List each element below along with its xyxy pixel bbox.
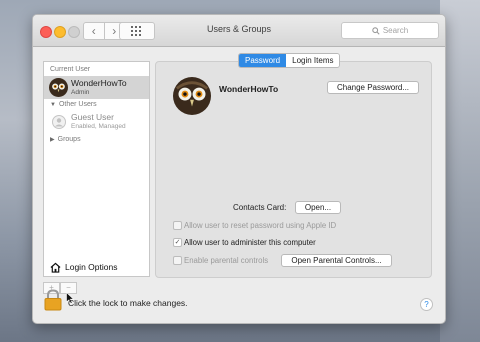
groups-disclosure[interactable]: ▶ Groups [50, 136, 81, 143]
search-field[interactable]: Search [341, 22, 439, 39]
disclosure-right-icon: ▶ [50, 137, 55, 143]
reset-password-label: Allow user to reset password using Apple… [184, 221, 337, 230]
parental-controls-checkbox[interactable] [173, 256, 182, 265]
house-icon [50, 262, 61, 273]
user-item-guest[interactable]: Guest User Enabled, Managed [44, 112, 149, 134]
search-placeholder: Search [382, 26, 409, 35]
detail-tabs: Password Login Items [238, 53, 341, 68]
profile-name: WonderHowTo [219, 84, 279, 94]
help-button[interactable]: ? [420, 298, 433, 311]
user-name: WonderHowTo [71, 78, 127, 88]
reset-password-checkbox[interactable] [173, 221, 182, 230]
desktop-background [440, 0, 480, 342]
title-bar: ‹ › Users & Groups Search [33, 15, 445, 47]
administer-label: Allow user to administer this computer [184, 238, 316, 247]
login-options-label: Login Options [65, 262, 118, 272]
search-icon [372, 26, 380, 35]
lock-icon[interactable] [44, 289, 62, 311]
other-users-header: Other Users [58, 101, 97, 108]
profile-picture-owl-icon[interactable] [173, 77, 211, 115]
disclosure-down-icon: ▼ [50, 101, 56, 108]
administer-checkbox[interactable]: ✓ [173, 238, 182, 247]
open-parental-controls-button[interactable]: Open Parental Controls... [281, 254, 392, 267]
parental-controls-label: Enable parental controls [184, 256, 269, 265]
owl-avatar-icon [49, 78, 68, 97]
users-list: Current User WonderHowTo Admin ▼ Other U… [43, 61, 150, 261]
user-item-wonderhowto[interactable]: WonderHowTo Admin [44, 76, 149, 99]
user-role: Admin [71, 89, 90, 96]
lock-message: Click the lock to make changes. [68, 298, 188, 308]
groups-label: Groups [57, 136, 81, 143]
contacts-card-label: Contacts Card: [233, 203, 287, 212]
tab-login-items[interactable]: Login Items [286, 54, 340, 67]
guest-avatar-icon [52, 115, 66, 129]
contacts-open-button[interactable]: Open... [295, 201, 341, 214]
guest-user-name: Guest User [71, 112, 114, 122]
change-password-button[interactable]: Change Password... [327, 81, 419, 94]
users-groups-window: ‹ › Users & Groups Search Current User W… [32, 14, 446, 324]
login-options-item[interactable]: Login Options [43, 259, 150, 277]
other-users-disclosure[interactable]: ▼ Other Users [50, 101, 97, 108]
current-user-header: Current User [50, 66, 91, 73]
tab-password[interactable]: Password [239, 54, 287, 67]
add-remove-buttons: + − [43, 277, 79, 294]
guest-user-status: Enabled, Managed [71, 123, 126, 130]
